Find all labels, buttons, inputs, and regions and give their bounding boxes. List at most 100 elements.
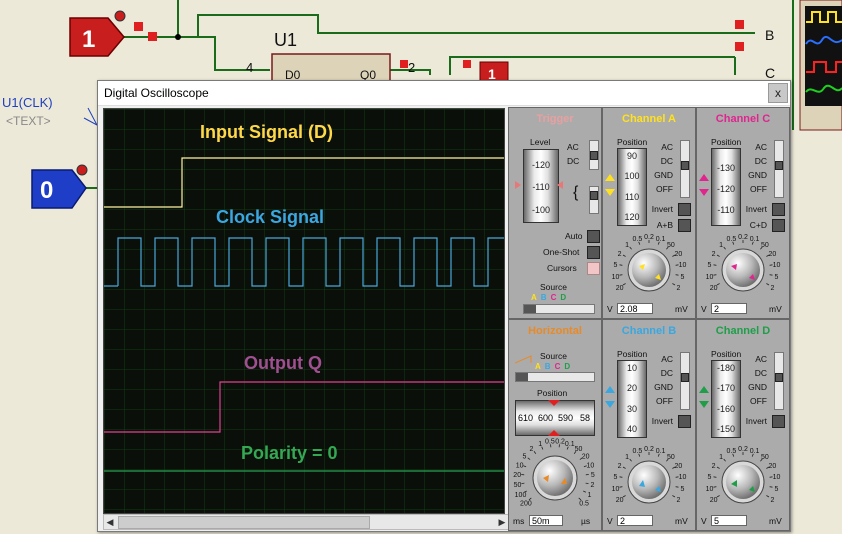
- horizontal-position-ruler[interactable]: 610 600 590 58: [515, 400, 595, 436]
- dial-scale-label: 5: [681, 274, 685, 281]
- channel-b-value-field[interactable]: 2: [617, 515, 653, 526]
- dial-scale-label: 10: [612, 274, 620, 281]
- dial-scale-label: 2: [676, 497, 680, 504]
- dial-scale-label: 0.5: [727, 236, 737, 243]
- channel-c-invert-label: Invert: [745, 204, 767, 214]
- dial-scale-label: 10: [587, 462, 595, 469]
- horizontal-source-slider[interactable]: [515, 372, 595, 382]
- channel-a-value-field[interactable]: 2.08: [617, 303, 653, 314]
- dial-scale-label: 2: [676, 285, 680, 292]
- scope-screen[interactable]: Input Signal (D) Clock Signal Output Q P…: [103, 108, 505, 514]
- scroll-thumb[interactable]: [118, 516, 370, 529]
- dial-scale-label: 0.5: [727, 448, 737, 455]
- channel-d-coupling-slider[interactable]: [774, 352, 784, 410]
- close-button[interactable]: x: [768, 83, 788, 103]
- dial-scale-label: 0.1: [750, 236, 760, 243]
- horizontal-source-letters: ABCD: [535, 362, 571, 371]
- ruler-marker-icon: [548, 400, 560, 436]
- dial-tick: [769, 486, 773, 488]
- horizontal-position-label: Position: [537, 388, 568, 398]
- horizontal-unit-right: µs: [581, 516, 591, 526]
- oscilloscope-window: Digital Oscilloscope x Input Signal (D) …: [97, 80, 791, 532]
- dial-scale-label: 20: [513, 472, 521, 479]
- channel-c-unit-right: mV: [769, 304, 782, 314]
- dial-tick: [769, 264, 773, 266]
- dial-scale-label: 5: [775, 486, 779, 493]
- dial-scale-label: 0.1: [656, 236, 666, 243]
- channel-b-ac-label: AC: [661, 354, 673, 364]
- trigger-oneshot-button[interactable]: [587, 246, 600, 259]
- dial-tick: [713, 264, 717, 266]
- dial-scale-label: 5: [591, 472, 595, 479]
- trigger-coupling-slider[interactable]: [589, 140, 599, 170]
- channel-c-coupling-slider[interactable]: [774, 140, 784, 198]
- channel-c-arrows-icon: [699, 174, 709, 196]
- horizontal-value-field[interactable]: 50m: [529, 515, 563, 526]
- channel-c-invert-button[interactable]: [772, 203, 785, 216]
- channel-c-panel: Channel C Position -130 -120 -110 AC DC …: [696, 107, 790, 319]
- trigger-cursors-button[interactable]: [587, 262, 600, 275]
- horizontal-panel: Horizontal Source ABCD Position 610 600 …: [508, 319, 602, 531]
- dial-scale-label: 20: [616, 285, 624, 292]
- scroll-right-icon[interactable]: ▶: [496, 515, 508, 529]
- channel-d-volts-dial[interactable]: 20105210.5 0.2 0.150201052: [703, 440, 783, 512]
- window-title: Digital Oscilloscope: [104, 86, 209, 100]
- trigger-ac-label: AC: [567, 142, 579, 152]
- channel-a-unit-right: mV: [675, 304, 688, 314]
- dial-tick: [521, 482, 525, 484]
- channel-b-unit-right: mV: [675, 516, 688, 526]
- dial-tick: [527, 457, 531, 460]
- channel-a-unit-left: V: [607, 304, 613, 314]
- dial-scale-label: 0.2: [555, 438, 565, 445]
- channel-d-value-field[interactable]: 5: [711, 515, 747, 526]
- channel-c-off-label: OFF: [750, 184, 767, 194]
- trigger-auto-button[interactable]: [587, 230, 600, 243]
- dial-scale-label: 0.2: [644, 234, 654, 241]
- dial-tick: [619, 274, 623, 276]
- title-bar[interactable]: Digital Oscilloscope x: [98, 81, 790, 106]
- horizontal-scrollbar[interactable]: ◀ ▶: [103, 514, 509, 530]
- dial-scale-label: 50: [514, 482, 522, 489]
- dial-tick: [672, 495, 676, 498]
- chip-name: U1: [274, 30, 297, 50]
- scroll-left-icon[interactable]: ◀: [104, 515, 116, 529]
- channel-d-invert-button[interactable]: [772, 415, 785, 428]
- channel-a-volts-dial[interactable]: 20105210.5 0.2 0.150201052: [609, 228, 689, 300]
- dial-scale-label: 0.2: [738, 446, 748, 453]
- horizontal-unit-left: ms: [513, 516, 525, 526]
- dial-scale-label: 50: [667, 454, 675, 461]
- channel-b-invert-button[interactable]: [678, 415, 691, 428]
- dial-scale-label: 5: [614, 262, 618, 269]
- channel-b-unit-left: V: [607, 516, 613, 526]
- input-d-value: 1: [82, 26, 95, 53]
- dial-scale-label: 5: [614, 474, 618, 481]
- channel-d-unit-left: V: [701, 516, 707, 526]
- channel-c-ac-label: AC: [755, 142, 767, 152]
- dial-tick: [723, 458, 726, 462]
- trigger-cursors-label: Cursors: [547, 263, 577, 273]
- dial-scale-label: 0.2: [738, 234, 748, 241]
- dial-tick: [713, 274, 717, 276]
- dial-scale-label: 10: [516, 462, 524, 469]
- channel-a-panel: Channel A Position 90 100 110 120 AC DC …: [602, 107, 696, 319]
- trigger-edge-slider[interactable]: [589, 186, 599, 214]
- channel-b-volts-dial[interactable]: 20105210.5 0.2 0.150201052: [609, 440, 689, 512]
- right-label-c: C: [765, 65, 775, 81]
- channel-c-value-field[interactable]: 2: [711, 303, 747, 314]
- channel-b-coupling-slider[interactable]: [680, 352, 690, 410]
- dial-scale-label: 20: [769, 463, 777, 470]
- channel-d-off-label: OFF: [750, 396, 767, 406]
- channel-a-dc-label: DC: [660, 156, 673, 166]
- channel-c-volts-dial[interactable]: 20105210.5 0.2 0.150201052: [703, 228, 783, 300]
- channel-d-arrows-icon: [699, 386, 709, 408]
- trigger-source-label: Source: [540, 282, 567, 292]
- dial-tick: [675, 486, 679, 488]
- dial-scale-label: 10: [679, 262, 687, 269]
- horizontal-time-dial[interactable]: 200100502010521 0.5 0.2 0.15020105210.5: [511, 432, 599, 512]
- channel-a-coupling-slider[interactable]: [680, 140, 690, 198]
- dial-tick: [769, 476, 773, 478]
- trigger-source-slider[interactable]: [523, 304, 595, 314]
- channel-a-invert-button[interactable]: [678, 203, 691, 216]
- dial-tick: [723, 246, 726, 250]
- dial-scale-label: 0.1: [565, 441, 575, 448]
